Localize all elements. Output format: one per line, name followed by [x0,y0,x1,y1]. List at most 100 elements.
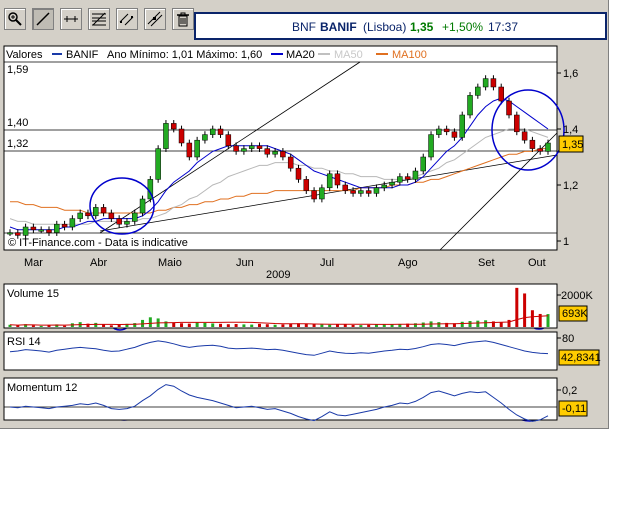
volume-bar [320,324,324,327]
price-candle [54,223,60,233]
price-candle [420,156,426,172]
trend-channel-icon [147,11,163,27]
volume-bar [390,324,394,327]
time-axis: Mar Abr Maio Jun Jul Ago Set Out 2009 [24,257,546,281]
price-tick-1-6: 1,6 [563,68,578,80]
price-candle [233,145,239,152]
volume-bar [421,322,425,327]
price-candle [163,123,169,149]
price-candle [365,190,372,194]
month-out: Out [528,257,546,269]
legend-ma20: MA20 [286,49,315,61]
horizontal-line-tool-button[interactable] [60,8,82,30]
month-ago: Ago [398,257,418,269]
price-candle [389,181,395,186]
volume-bar [219,323,223,327]
volume-bar [328,324,332,327]
volume-bar [242,324,246,327]
quote-price: 1,35 [410,20,434,34]
volume-bar [94,322,98,327]
volume-bar [499,322,503,327]
delete-tool-button[interactable] [172,8,194,30]
price-candle [373,187,380,194]
volume-bar [507,319,511,327]
fibonacci-tool-button[interactable] [88,8,110,30]
draw-line-tool-button[interactable] [32,8,54,30]
price-candle [381,184,388,189]
momentum-panel [3,377,558,421]
price-candle [451,131,458,138]
quote-ticker: BNF [292,20,316,34]
volume-bar [234,324,238,327]
volume-tick: 2000K [561,290,593,302]
diagonal-line-icon [36,12,50,26]
price-tick-1: 1 [563,236,569,248]
parallel-lines-tool-button[interactable] [116,8,138,30]
price-candle [514,114,520,133]
legend-ma50: MA50 [334,49,363,61]
price-candle [209,128,216,135]
price-candle [69,218,76,228]
price-candle [116,218,122,225]
price-candle [241,148,247,152]
price-tick-1-2: 1,2 [563,180,578,192]
price-candle [295,167,302,180]
price-candle [428,134,434,158]
volume-bar [484,320,488,327]
price-candle [358,190,364,194]
price-candle [311,190,317,200]
legend-year-range: Ano Mínimo: 1,01 Máximo: 1,60 [107,49,262,61]
zoom-tool-button[interactable] [4,8,26,30]
volume-bar [460,321,464,327]
chart-application: BNF BANIF (Lisboa) 1,35 +1,50% 17:37 Val… [0,0,609,429]
rsi-tick: 80 [562,333,574,345]
trash-icon [177,12,189,27]
rsi-current-label: 42,8341 [561,352,601,364]
volume-bar [172,322,176,327]
chart-area: Valores BANIF Ano Mínimo: 1,01 Máximo: 1… [0,40,608,433]
volume-bar [304,324,308,327]
volume-bar [16,325,20,327]
volume-bar [530,310,534,327]
quote-name: BANIF [320,20,357,34]
level-label-mid: 1,40 [7,117,28,129]
price-candle [498,86,504,102]
price-candle [264,148,271,155]
fibonacci-icon [92,12,106,26]
momentum-tick: 0,2 [562,385,577,397]
volume-bar [351,324,355,327]
price-candle [326,173,333,189]
price-candle [256,145,263,149]
price-candle [506,100,512,116]
price-candle [303,179,310,191]
price-candle [93,207,99,217]
current-price-label: 1,35 [562,139,583,151]
level-label-high: 1,59 [7,64,28,76]
month-abr: Abr [90,257,107,269]
horizontal-line-icon [64,16,78,22]
trend-channel-tool-button[interactable] [144,8,166,30]
price-candle [319,187,325,200]
quote-time: 17:37 [488,20,519,34]
volume-bar [109,325,113,327]
price-candle [155,148,161,180]
price-candle [61,223,68,228]
price-candle [170,123,177,130]
volume-current-label: 693K [562,308,588,320]
volume-bar [367,324,371,327]
price-candle [77,212,83,219]
price-candle [85,212,91,217]
legend-banif: BANIF [66,49,99,61]
price-candle [178,128,185,144]
price-candle [350,190,356,194]
volume-bar [265,324,269,327]
price-candle [248,145,255,149]
price-candle [186,142,193,158]
quote-box: BNF BANIF (Lisboa) 1,35 +1,50% 17:37 [194,12,607,40]
volume-bar [148,317,152,327]
volume-bar [281,324,285,327]
credit-text: © IT-Finance.com - Data is indicative [8,237,188,249]
price-candle [194,139,200,158]
price-candle [38,229,44,232]
momentum-current-label: -0,11 [562,403,586,415]
